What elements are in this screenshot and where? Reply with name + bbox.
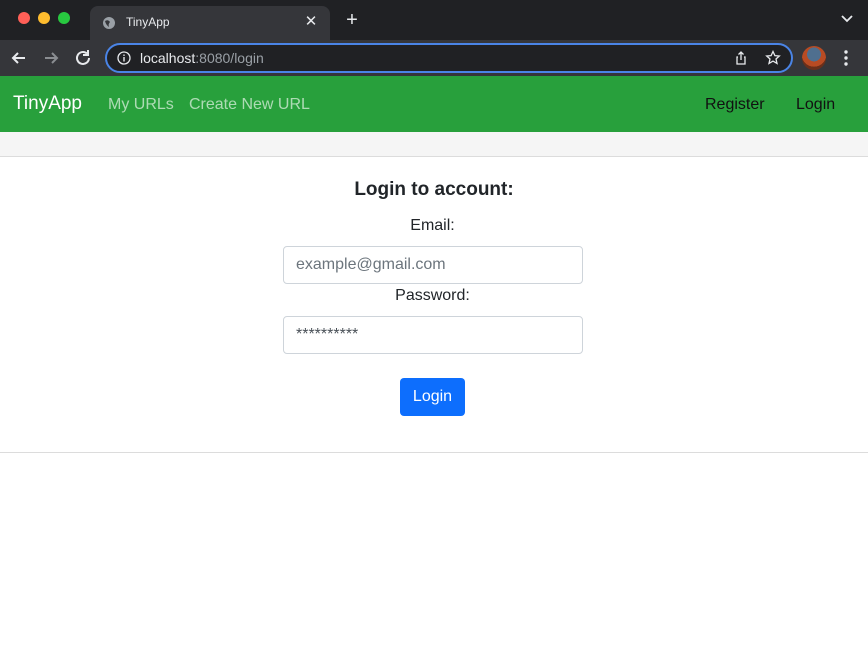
- email-field[interactable]: [283, 246, 583, 284]
- browser-toolbar: localhost:8080/login: [0, 40, 868, 76]
- url-path: :8080/login: [195, 50, 264, 66]
- browser-tab[interactable]: TinyApp ✕: [90, 6, 330, 40]
- info-icon[interactable]: [117, 51, 131, 65]
- profile-avatar[interactable]: [802, 46, 826, 70]
- password-field[interactable]: [283, 316, 583, 354]
- login-link[interactable]: Login: [796, 96, 835, 114]
- url-text: localhost:8080/login: [140, 50, 264, 66]
- login-submit-button[interactable]: Login: [400, 378, 465, 416]
- nav-link-create-new-url[interactable]: Create New URL: [189, 96, 310, 114]
- url-host: localhost: [140, 50, 196, 66]
- card-header: [0, 132, 868, 157]
- reload-icon[interactable]: [71, 46, 95, 70]
- chevron-down-icon[interactable]: [840, 12, 854, 26]
- login-title: Login to account:: [354, 179, 514, 200]
- bookmark-star-icon[interactable]: [765, 50, 781, 66]
- app-navbar: TinyApp My URLs Create New URL Register …: [0, 76, 868, 132]
- globe-icon: [103, 17, 115, 29]
- zoom-window-button[interactable]: [58, 12, 70, 24]
- minimize-window-button[interactable]: [38, 12, 50, 24]
- brand-link[interactable]: TinyApp: [13, 93, 82, 115]
- close-window-button[interactable]: [18, 12, 30, 24]
- tab-close-icon[interactable]: ✕: [302, 13, 320, 31]
- share-icon[interactable]: [733, 50, 749, 66]
- address-bar[interactable]: localhost:8080/login: [105, 43, 793, 73]
- password-label: Password:: [395, 287, 470, 304]
- tab-title: TinyApp: [126, 15, 170, 29]
- nav-link-my-urls[interactable]: My URLs: [108, 96, 174, 114]
- new-tab-button[interactable]: +: [342, 9, 362, 31]
- forward-arrow-icon[interactable]: [39, 46, 63, 70]
- more-menu-icon[interactable]: [838, 48, 854, 68]
- browser-tab-bar: TinyApp ✕ +: [0, 0, 868, 40]
- register-link[interactable]: Register: [705, 96, 765, 114]
- back-arrow-icon[interactable]: [7, 46, 31, 70]
- email-label: Email:: [410, 217, 455, 234]
- login-card: Login to account: Email: Password: Login: [0, 157, 868, 453]
